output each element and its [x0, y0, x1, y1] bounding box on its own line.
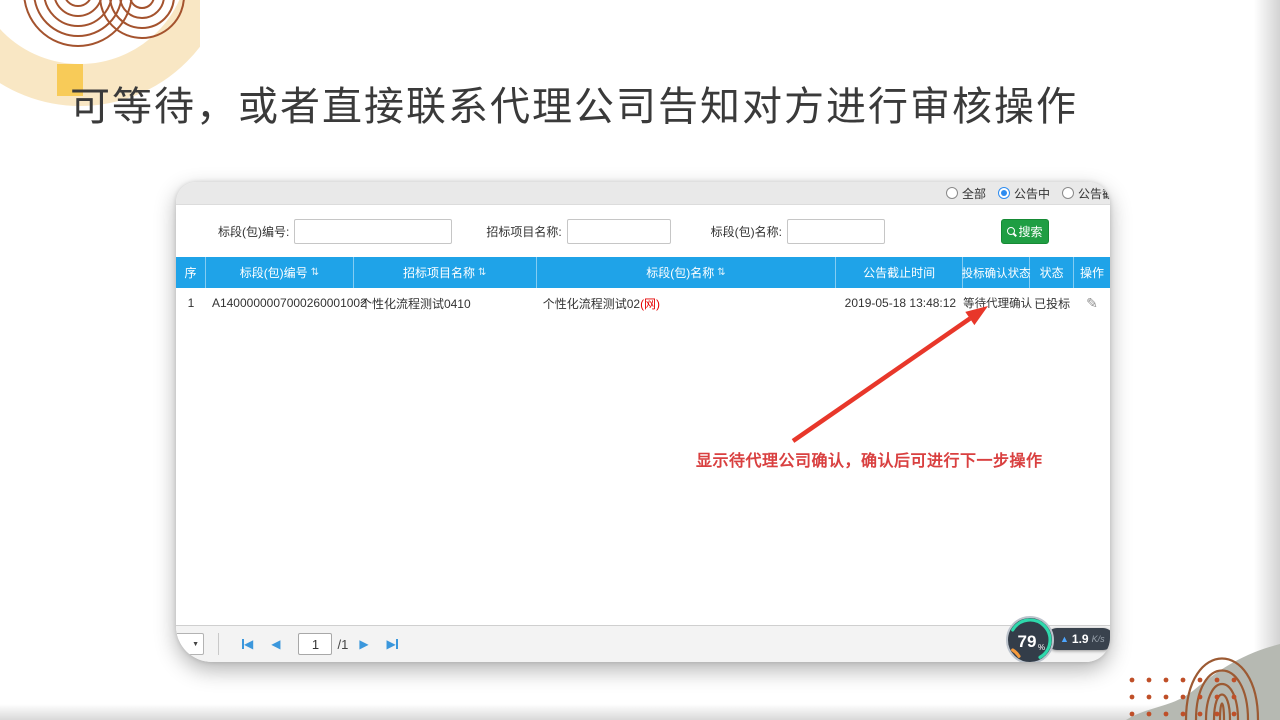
- slide-title: 可等待，或者直接联系代理公司告知对方进行审核操作: [70, 74, 1078, 132]
- package-no-input[interactable]: [294, 219, 452, 244]
- upload-arrow-icon: ▲: [1060, 634, 1069, 644]
- column-label: 标段(包)名称: [646, 264, 714, 281]
- page-size-select[interactable]: ▼: [176, 633, 204, 655]
- fingerprint-decoration: [1080, 580, 1280, 720]
- sort-icon[interactable]: ⇅: [717, 267, 725, 278]
- radio-announcement-closed[interactable]: 公告截止: [1062, 185, 1110, 202]
- column-label: 公告截止时间: [863, 264, 935, 281]
- column-header-package-no[interactable]: 标段(包)编号 ⇅: [206, 257, 354, 288]
- cell-package-no: A1400000007000260001002: [206, 296, 354, 310]
- table-row: 1 A1400000007000260001002 个性化流程测试0410 个性…: [176, 288, 1110, 318]
- prev-page-button[interactable]: ◀: [271, 637, 280, 651]
- cell-seq: 1: [176, 296, 206, 310]
- speed-unit: K/s: [1092, 634, 1105, 644]
- last-page-button[interactable]: ▶: [387, 637, 398, 651]
- search-group-package-name: 标段(包)名称:: [711, 219, 885, 244]
- app-screenshot-panel: 全部 公告中 公告截止 标段(包)编号: 招标项目名称: 标段(包)名称: 搜索: [176, 182, 1110, 662]
- column-label: 状态: [1040, 264, 1064, 281]
- cell-project-name: 个性化流程测试0410: [354, 295, 537, 312]
- edit-pencil-icon[interactable]: ✎: [1086, 295, 1098, 311]
- package-name-input[interactable]: [787, 219, 885, 244]
- last-page-bar-icon: [396, 639, 398, 649]
- gauge-percent-value: 79: [1018, 632, 1037, 651]
- column-header-actions: 操作: [1074, 257, 1110, 288]
- column-label: 招标项目名称: [403, 264, 475, 281]
- radio-all[interactable]: 全部: [946, 185, 986, 202]
- announcement-filter-bar: 全部 公告中 公告截止: [176, 182, 1110, 205]
- first-page-button[interactable]: ◀: [242, 637, 253, 651]
- search-group-project-name: 招标项目名称:: [486, 219, 670, 244]
- table-header: 序 标段(包)编号 ⇅ 招标项目名称 ⇅ 标段(包)名称 ⇅ 公告截止时间 投标…: [176, 257, 1110, 288]
- column-label: 标段(包)编号: [240, 264, 308, 281]
- annotation-text: 显示待代理公司确认，确认后可进行下一步操作: [696, 447, 1043, 471]
- radio-announcing-label: 公告中: [1014, 185, 1050, 202]
- radio-announcing[interactable]: 公告中: [998, 185, 1050, 202]
- cell-confirm-status: 等待代理确认: [963, 295, 1030, 311]
- radio-closed-label: 公告截止: [1078, 185, 1110, 202]
- column-header-status: 状态: [1030, 257, 1074, 288]
- column-label: 序: [184, 264, 196, 281]
- search-button[interactable]: 搜索: [1001, 219, 1049, 244]
- column-header-package-name[interactable]: 标段(包)名称 ⇅: [537, 257, 837, 288]
- radio-all-label: 全部: [962, 185, 986, 202]
- column-label: 投标确认状态: [962, 265, 1031, 281]
- radio-icon[interactable]: [1062, 187, 1074, 199]
- search-bar: 标段(包)编号: 招标项目名称: 标段(包)名称: 搜索: [176, 205, 1110, 257]
- project-name-input[interactable]: [567, 219, 671, 244]
- cell-actions: ✎: [1074, 295, 1110, 312]
- package-name-label: 标段(包)名称:: [711, 223, 782, 240]
- page-total-label: /1: [337, 637, 348, 652]
- radio-icon[interactable]: [946, 187, 958, 199]
- column-header-seq: 序: [176, 257, 206, 288]
- chevron-down-icon: ▼: [192, 641, 199, 648]
- column-header-confirm-status: 投标确认状态: [963, 257, 1030, 288]
- divider: [218, 633, 219, 655]
- search-group-package-no: 标段(包)编号:: [218, 219, 452, 244]
- pagination-bar: ▼ ◀ ◀ /1 ▶ ▶: [176, 625, 1110, 662]
- cell-bid-status: 已投标: [1030, 295, 1074, 312]
- first-page-icon: ◀: [244, 637, 253, 651]
- column-header-project-name[interactable]: 招标项目名称 ⇅: [354, 257, 537, 288]
- memory-gauge[interactable]: 79 %: [1004, 614, 1056, 662]
- package-name-text: 个性化流程测试02: [543, 297, 640, 311]
- cell-deadline: 2019-05-18 13:48:12: [836, 296, 963, 310]
- search-button-label: 搜索: [1018, 223, 1042, 240]
- search-icon: [1007, 227, 1015, 235]
- project-name-label: 招标项目名称:: [486, 223, 561, 240]
- column-label: 操作: [1080, 264, 1104, 281]
- next-page-button[interactable]: ▶: [359, 637, 368, 651]
- browser-speed-widget[interactable]: ▲ 1.9 K/s 79 %: [1004, 614, 1110, 662]
- sort-icon[interactable]: ⇅: [311, 267, 319, 278]
- cell-package-name: 个性化流程测试02(网): [537, 295, 837, 312]
- sort-icon[interactable]: ⇅: [478, 267, 486, 278]
- column-header-deadline: 公告截止时间: [836, 257, 963, 288]
- gauge-percent-sign: %: [1038, 643, 1045, 652]
- page-number-input[interactable]: [298, 633, 332, 655]
- speed-value: 1.9: [1072, 632, 1089, 646]
- package-no-label: 标段(包)编号:: [218, 223, 289, 240]
- last-page-icon: ▶: [387, 637, 396, 651]
- online-tag: (网): [640, 297, 660, 311]
- radio-selected-icon[interactable]: [998, 187, 1010, 199]
